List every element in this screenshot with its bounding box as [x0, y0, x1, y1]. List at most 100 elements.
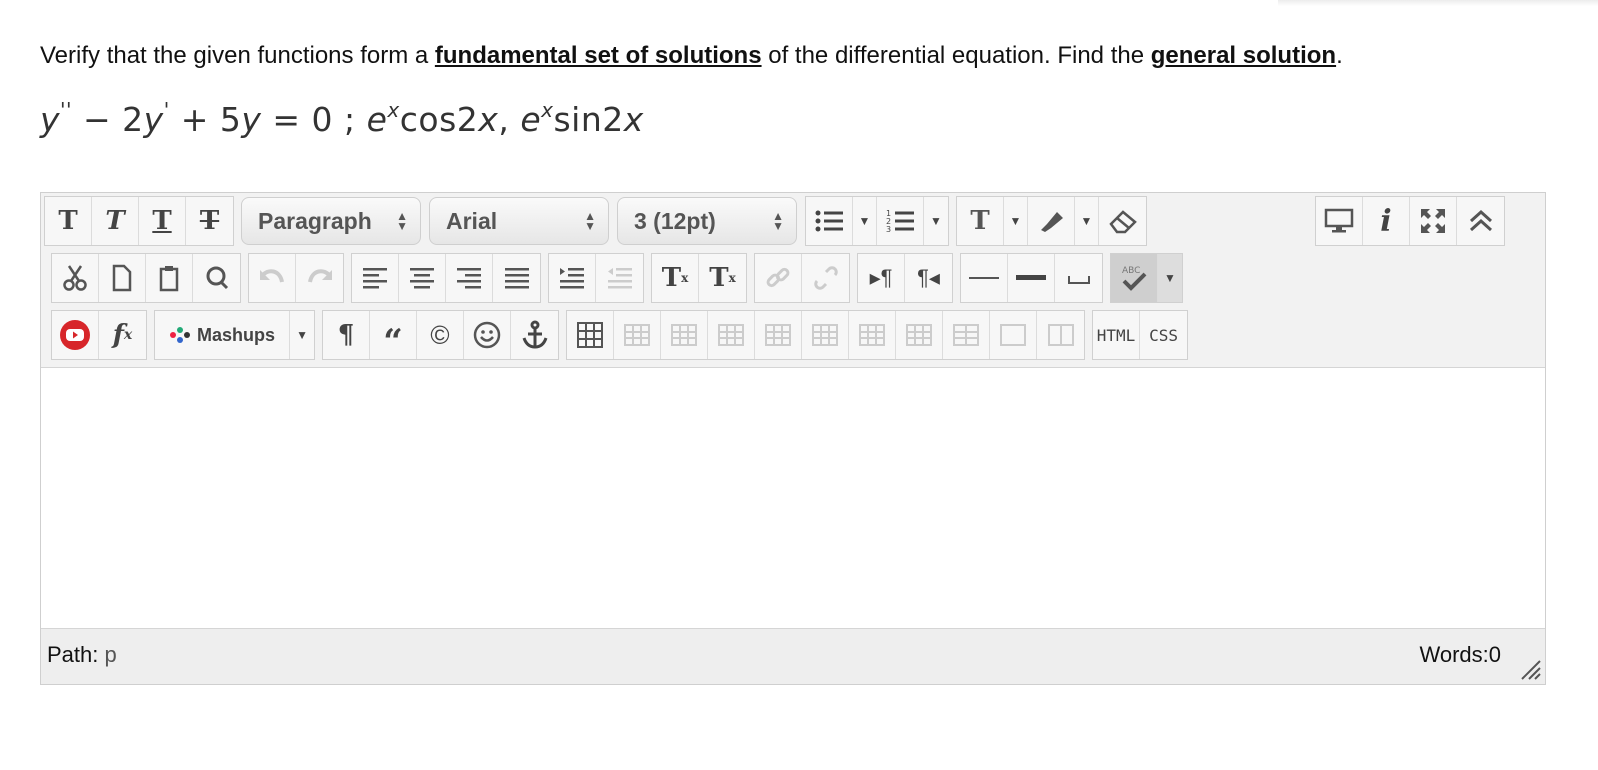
justify-button[interactable]	[493, 254, 540, 302]
font-family-select[interactable]: Arial ▲ ▼	[429, 197, 609, 245]
insert-emoticon-button[interactable]	[464, 311, 512, 359]
redo-icon	[307, 269, 332, 283]
rule-group	[960, 253, 1103, 303]
align-center-button[interactable]	[399, 254, 446, 302]
ltr-icon: ▸¶	[869, 265, 893, 290]
rtl-button[interactable]: ¶◂	[905, 254, 952, 302]
align-right-button[interactable]	[446, 254, 493, 302]
table-delete-row-button[interactable]	[708, 311, 756, 359]
preview-button[interactable]	[1316, 197, 1363, 245]
spellcheck-button[interactable]: ABC	[1111, 254, 1158, 302]
text-color-button[interactable]: T	[957, 197, 1004, 245]
toolbar-row-3: fx Mashups ▼ ¶ “ © HTML CSS	[51, 310, 1195, 362]
outdent-button[interactable]	[596, 254, 643, 302]
fullscreen-button[interactable]	[1410, 197, 1457, 245]
underline-button[interactable]: T	[139, 197, 186, 245]
spellcheck-dropdown[interactable]: ▼	[1158, 254, 1182, 302]
css-button[interactable]: CSS	[1140, 311, 1187, 359]
insert-symbol-button[interactable]: ©	[417, 311, 465, 359]
code-group: HTML CSS	[1092, 310, 1189, 360]
word-count: Words:0	[1419, 642, 1501, 667]
table-merge-icon	[953, 324, 980, 346]
path-element-p[interactable]: p	[105, 642, 117, 667]
insert-video-button[interactable]	[52, 311, 99, 359]
top-shadow	[1278, 0, 1598, 6]
mashups-button[interactable]: Mashups	[155, 311, 291, 359]
select-arrows-icon: ▲ ▼	[396, 209, 408, 233]
font-size-select[interactable]: 3 (12pt) ▲ ▼	[617, 197, 797, 245]
info-icon: i	[1380, 203, 1392, 239]
chevron-double-up-icon	[1469, 209, 1492, 232]
general-solution-link[interactable]: general solution	[1151, 42, 1336, 69]
numbered-list-button[interactable]: 123	[877, 197, 924, 245]
insert-equation-button[interactable]: fx	[99, 311, 146, 359]
horizontal-rule-button[interactable]	[961, 254, 1008, 302]
paragraph-mark-button[interactable]: ¶	[323, 311, 371, 359]
subscript-button[interactable]: Tx	[699, 254, 746, 302]
nonbreaking-space-button[interactable]	[1055, 254, 1102, 302]
smiley-icon	[473, 321, 501, 349]
info-button[interactable]: i	[1363, 197, 1410, 245]
indent-button[interactable]	[549, 254, 596, 302]
table-split-button[interactable]	[896, 311, 944, 359]
redo-button[interactable]	[296, 254, 343, 302]
unlink-button[interactable]	[802, 254, 849, 302]
html-source-button[interactable]: HTML	[1093, 311, 1141, 359]
strikethrough-button[interactable]: T	[186, 197, 233, 245]
select-arrows-icon: ▲ ▼	[772, 209, 784, 233]
format-select[interactable]: Paragraph ▲ ▼	[241, 197, 421, 245]
italic-button[interactable]: T	[92, 197, 139, 245]
table-col-after-button[interactable]	[802, 311, 850, 359]
insert-table-button[interactable]	[567, 311, 615, 359]
table-row-after-button[interactable]	[661, 311, 709, 359]
align-left-button[interactable]	[352, 254, 399, 302]
question-intro: Verify that the given functions form a	[40, 42, 435, 69]
resize-handle-icon[interactable]	[1520, 659, 1542, 681]
table-group	[566, 310, 1086, 360]
fundamental-set-link[interactable]: fundamental set of solutions	[435, 42, 762, 69]
table-cell-icon	[1000, 324, 1027, 346]
collapse-toolbar-button[interactable]	[1457, 197, 1504, 245]
undo-icon	[260, 269, 284, 283]
highlight-dropdown[interactable]: ▼	[1075, 197, 1099, 245]
bullet-list-icon	[815, 210, 843, 232]
editor-content-area[interactable]	[41, 369, 1545, 628]
table-col-before-button[interactable]	[755, 311, 803, 359]
table-merge-button[interactable]	[943, 311, 991, 359]
justify-icon	[504, 268, 529, 289]
undo-button[interactable]	[249, 254, 296, 302]
search-icon	[206, 266, 228, 290]
fullscreen-icon	[1421, 209, 1445, 233]
insert-anchor-button[interactable]	[511, 311, 558, 359]
cut-button[interactable]	[52, 254, 99, 302]
text-color-dropdown[interactable]: ▼	[1004, 197, 1028, 245]
clear-format-button[interactable]	[1099, 197, 1146, 245]
thick-rule-button[interactable]	[1008, 254, 1055, 302]
table-row-props-button[interactable]	[1037, 311, 1084, 359]
highlight-button[interactable]	[1028, 197, 1075, 245]
bullet-list-button[interactable]	[806, 197, 853, 245]
mashups-dropdown[interactable]: ▼	[290, 311, 314, 359]
insert-link-button[interactable]	[755, 254, 802, 302]
align-center-icon	[410, 268, 434, 289]
table-delete-col-button[interactable]	[849, 311, 897, 359]
select-arrows-icon: ▲ ▼	[584, 209, 596, 233]
copy-button[interactable]	[99, 254, 146, 302]
link-icon	[766, 267, 790, 288]
clipboard-group	[51, 253, 241, 303]
bold-button[interactable]: T	[45, 197, 92, 245]
direction-group: ▸¶ ¶◂	[857, 253, 953, 303]
blockquote-button[interactable]: “	[370, 311, 418, 362]
ltr-button[interactable]: ▸¶	[858, 254, 905, 302]
paste-button[interactable]	[146, 254, 193, 302]
find-button[interactable]	[193, 254, 240, 302]
table-row-before-button[interactable]	[614, 311, 662, 359]
table-split-icon	[906, 324, 933, 346]
clipboard-icon	[159, 266, 179, 292]
numbered-list-dropdown[interactable]: ▼	[924, 197, 948, 245]
table-cell-props-button[interactable]	[990, 311, 1038, 359]
text-style-group: T T T T	[44, 196, 234, 246]
bullet-list-dropdown[interactable]: ▼	[853, 197, 877, 245]
superscript-button[interactable]: Tx	[652, 254, 699, 302]
question-middle: of the differential equation. Find the	[761, 42, 1151, 69]
